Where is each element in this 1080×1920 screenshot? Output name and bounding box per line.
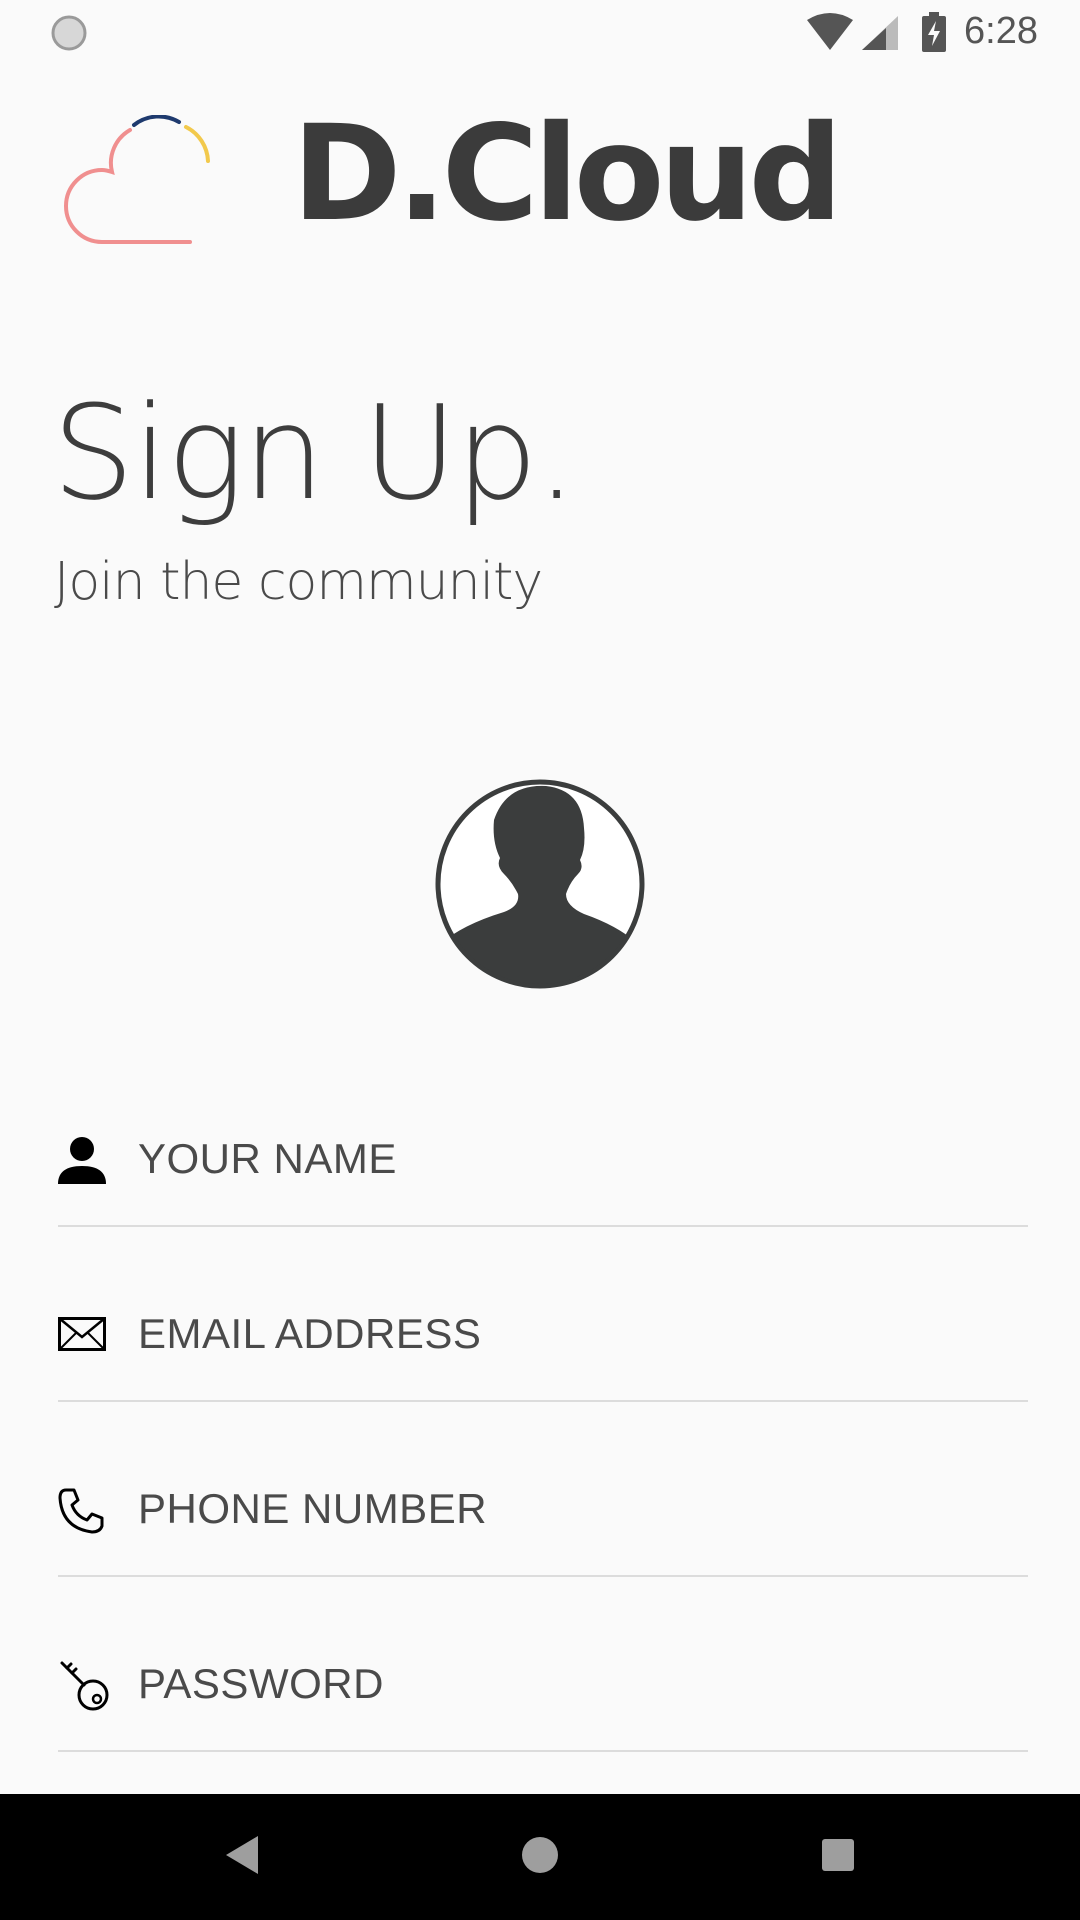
page-subtitle: Join the community <box>54 552 543 612</box>
cloud-icon <box>64 115 210 244</box>
envelope-icon <box>58 1317 106 1351</box>
status-bar: 6:28 <box>0 0 1080 64</box>
password-input[interactable] <box>138 1577 1018 1750</box>
phone-icon <box>58 1488 104 1534</box>
sync-icon <box>51 15 87 51</box>
email-field <box>58 1227 1028 1402</box>
wifi-icon <box>807 13 853 50</box>
battery-charging-icon <box>922 12 946 52</box>
person-icon <box>58 1137 106 1184</box>
name-input[interactable] <box>138 1052 1018 1225</box>
email-input[interactable] <box>138 1227 1018 1400</box>
recents-icon[interactable] <box>818 1832 858 1878</box>
status-time: 6:28 <box>964 10 1038 52</box>
page-title: Sign Up. <box>52 377 577 529</box>
key-icon <box>60 1661 109 1711</box>
back-icon[interactable] <box>222 1832 262 1878</box>
password-field <box>58 1577 1028 1752</box>
avatar-picker[interactable] <box>434 778 646 990</box>
cellular-signal-icon <box>862 16 898 50</box>
phone-field <box>58 1402 1028 1577</box>
home-icon[interactable] <box>520 1832 560 1878</box>
name-field <box>58 1052 1028 1227</box>
navigation-bar <box>0 1794 1080 1920</box>
brand-name: D.Cloud <box>292 97 843 251</box>
phone-input[interactable] <box>138 1402 1018 1575</box>
